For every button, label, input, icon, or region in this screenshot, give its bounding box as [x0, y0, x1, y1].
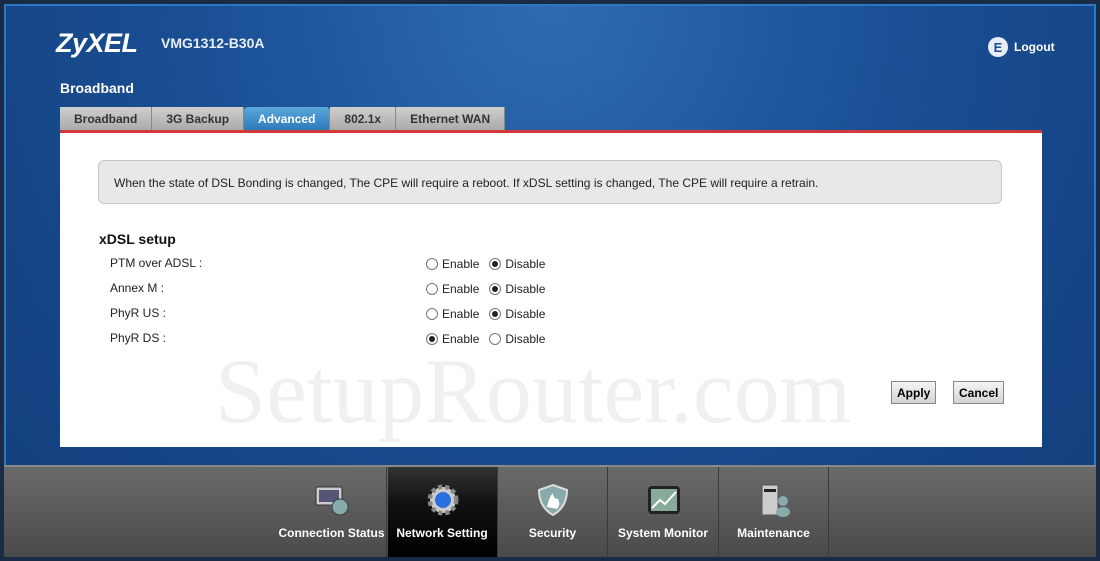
enable-radio[interactable]	[426, 258, 438, 270]
nav-connection-status[interactable]: Connection Status	[277, 467, 387, 557]
shield-icon	[535, 483, 571, 517]
notice-box: When the state of DSL Bonding is changed…	[98, 160, 1002, 204]
enable-radio[interactable]	[426, 333, 438, 345]
xdsl-heading: xDSL setup	[99, 231, 176, 247]
enable-label: Enable	[442, 307, 480, 321]
radio-group: Enable Disable	[426, 257, 551, 271]
disable-label: Disable	[505, 307, 546, 321]
watermark: SetupRouter.com	[215, 340, 852, 442]
logout-icon: E	[988, 37, 1008, 57]
disable-radio[interactable]	[489, 283, 502, 295]
disable-label: Disable	[505, 332, 546, 346]
content-panel: SetupRouter.com When the state of DSL Bo…	[60, 133, 1042, 447]
model-name: VMG1312-B30A	[161, 35, 265, 51]
monitor-globe-icon	[314, 483, 350, 517]
bottom-nav: Connection Status Network Setting Security…	[4, 465, 1096, 557]
radio-group: Enable Disable	[426, 332, 551, 346]
xdsl-row: PhyR US : Enable Disable	[110, 306, 570, 321]
xdsl-row: PhyR DS : Enable Disable	[110, 331, 570, 346]
xdsl-row: Annex M : Enable Disable	[110, 281, 570, 296]
logout-button[interactable]: E Logout	[988, 37, 1055, 57]
nav-maintenance[interactable]: Maintenance	[719, 467, 829, 557]
maintenance-icon	[756, 483, 792, 517]
cancel-button[interactable]: Cancel	[953, 381, 1005, 404]
row-label: PTM over ADSL :	[110, 256, 203, 270]
logout-label: Logout	[1014, 40, 1055, 54]
tab-ethernet-wan[interactable]: Ethernet WAN	[396, 107, 506, 131]
tab-8021x[interactable]: 802.1x	[330, 107, 397, 131]
tab-broadband[interactable]: Broadband	[60, 107, 153, 131]
enable-radio[interactable]	[426, 283, 438, 295]
enable-label: Enable	[442, 282, 480, 296]
zyxel-logo: ZyXEL	[56, 28, 138, 58]
nav-label: Maintenance	[737, 526, 810, 540]
page-title: Broadband	[60, 80, 134, 96]
nav-security[interactable]: Security	[498, 467, 608, 557]
tab-3g-backup[interactable]: 3G Backup	[152, 107, 245, 131]
tab-advanced[interactable]: Advanced	[244, 107, 331, 131]
radio-group: Enable Disable	[426, 307, 551, 321]
apply-button[interactable]: Apply	[891, 381, 937, 404]
disable-radio[interactable]	[489, 308, 502, 320]
enable-label: Enable	[442, 332, 480, 346]
gear-icon	[425, 483, 461, 517]
row-label: PhyR US :	[110, 306, 167, 320]
nav-network-setting[interactable]: Network Setting	[387, 467, 498, 557]
row-label: PhyR DS :	[110, 331, 167, 345]
disable-radio[interactable]	[489, 333, 502, 345]
radio-group: Enable Disable	[426, 282, 551, 296]
chart-icon	[646, 483, 682, 517]
disable-label: Disable	[505, 257, 546, 271]
disable-label: Disable	[505, 282, 546, 296]
enable-label: Enable	[442, 257, 480, 271]
disable-radio[interactable]	[489, 258, 502, 270]
tab-bar: Broadband 3G Backup Advanced 802.1x Ethe…	[60, 107, 506, 131]
xdsl-row: PTM over ADSL : Enable Disable	[110, 256, 570, 271]
row-label: Annex M :	[110, 281, 165, 295]
nav-system-monitor[interactable]: System Monitor	[609, 467, 719, 557]
enable-radio[interactable]	[426, 308, 438, 320]
